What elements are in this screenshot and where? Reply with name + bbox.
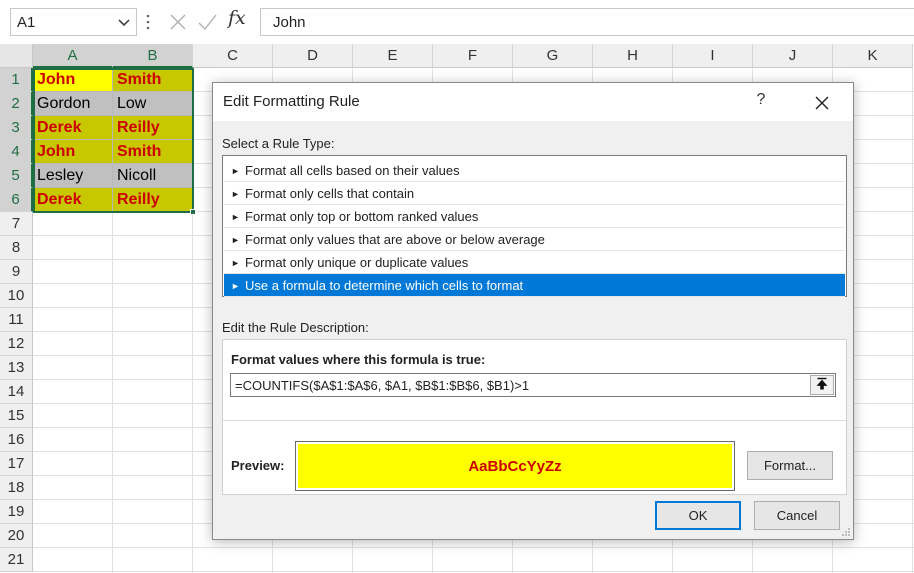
row-header-17[interactable]: 17 [0,452,33,476]
formula-bar: A1 fx John [0,0,914,44]
select-rule-type-label: Select a Rule Type: [222,136,335,151]
preview-label: Preview: [231,458,285,473]
rule-type-item[interactable]: ► Format all cells based on their values [224,159,845,182]
column-header-d[interactable]: D [273,44,353,68]
ok-button[interactable]: OK [655,501,741,530]
row-header-4[interactable]: 4 [0,140,33,164]
column-header-c[interactable]: C [193,44,273,68]
row-header-15[interactable]: 15 [0,404,33,428]
column-header-i[interactable]: I [673,44,753,68]
cell-b4[interactable]: Smith [113,140,193,164]
resize-grip-icon[interactable] [841,527,851,537]
help-button[interactable]: ? [751,91,771,109]
row-header-6[interactable]: 6 [0,188,33,212]
triangle-right-icon: ► [231,258,240,268]
row-header-5[interactable]: 5 [0,164,33,188]
dialog-title: Edit Formatting Rule [223,93,360,110]
rule-type-list[interactable]: ► Format all cells based on their values ►… [222,155,847,297]
select-all-corner[interactable] [0,44,33,68]
rule-description-panel: Format values where this formula is true… [222,339,847,495]
close-icon[interactable] [811,92,833,114]
column-header-b[interactable]: B [113,44,193,68]
rule-type-item[interactable]: ► Format only values that are above or be… [224,228,845,251]
chevron-down-icon[interactable] [117,17,131,29]
row-header-19[interactable]: 19 [0,500,33,524]
cell-b5[interactable]: Nicoll [113,164,193,188]
name-box[interactable]: A1 [10,8,137,36]
row-header-12[interactable]: 12 [0,332,33,356]
vertical-dots-icon [146,14,150,30]
row-header-20[interactable]: 20 [0,524,33,548]
triangle-right-icon: ► [231,235,240,245]
row-header-21[interactable]: 21 [0,548,33,572]
row-header-7[interactable]: 7 [0,212,33,236]
rule-type-item[interactable]: ► Format only cells that contain [224,182,845,205]
column-header-f[interactable]: F [433,44,513,68]
rule-type-label: Format only cells that contain [245,186,415,201]
column-header-h[interactable]: H [593,44,673,68]
fill-handle[interactable] [190,209,196,215]
column-header-e[interactable]: E [353,44,433,68]
rule-type-item[interactable]: ► Use a formula to determine which cells … [224,274,845,297]
rule-type-label: Format all cells based on their values [245,163,460,178]
triangle-right-icon: ► [231,189,240,199]
formula-input[interactable]: John [260,8,914,36]
row-header-3[interactable]: 3 [0,116,33,140]
cell-b3[interactable]: Reilly [113,116,193,140]
edit-description-label: Edit the Rule Description: [222,320,369,335]
row-header-8[interactable]: 8 [0,236,33,260]
cell-b1[interactable]: Smith [113,68,193,92]
column-header-k[interactable]: K [833,44,913,68]
cell-a5[interactable]: Lesley [33,164,113,188]
cell-b6[interactable]: Reilly [113,188,193,212]
triangle-right-icon: ► [231,212,240,222]
cancel-button[interactable]: Cancel [754,501,840,530]
triangle-right-icon: ► [231,281,240,291]
row-header-16[interactable]: 16 [0,428,33,452]
format-button[interactable]: Format... [747,451,833,480]
row-header-2[interactable]: 2 [0,92,33,116]
column-header-j[interactable]: J [753,44,833,68]
formula-input-value: John [273,14,306,31]
row-header-9[interactable]: 9 [0,260,33,284]
collapse-dialog-button[interactable] [810,375,834,395]
check-icon[interactable] [196,11,218,33]
divider [223,420,846,421]
cell-a2[interactable]: Gordon [33,92,113,116]
insert-function-icon[interactable]: fx [228,7,246,29]
upload-arrow-icon [816,377,828,390]
column-header-g[interactable]: G [513,44,593,68]
triangle-right-icon: ► [231,166,240,176]
cell-a1[interactable]: John [33,68,113,92]
cell-a4[interactable]: John [33,140,113,164]
row-header-18[interactable]: 18 [0,476,33,500]
cancel-x-icon[interactable] [168,11,188,33]
preview-box: AaBbCcYyZz [295,441,735,491]
row-header-1[interactable]: 1 [0,68,33,92]
row-header-14[interactable]: 14 [0,380,33,404]
row-header-13[interactable]: 13 [0,356,33,380]
rule-type-label: Format only unique or duplicate values [245,255,469,270]
rule-type-item[interactable]: ► Format only unique or duplicate values [224,251,845,274]
formula-heading: Format values where this formula is true… [231,352,486,367]
rule-type-label: Format only top or bottom ranked values [245,209,479,224]
name-box-value: A1 [17,14,36,31]
edit-formatting-rule-dialog: Edit Formatting Rule ? Select a Rule Typ… [212,82,854,540]
cell-a6[interactable]: Derek [33,188,113,212]
rule-type-label: Use a formula to determine which cells t… [245,278,524,293]
rule-type-item[interactable]: ► Format only top or bottom ranked values [224,205,845,228]
rule-formula-input[interactable]: =COUNTIFS($A$1:$A$6, $A1, $B$1:$B$6, $B1… [230,373,836,397]
row-header-10[interactable]: 10 [0,284,33,308]
column-header-a[interactable]: A [33,44,113,68]
cell-b2[interactable]: Low [113,92,193,116]
row-header-11[interactable]: 11 [0,308,33,332]
rule-type-label: Format only values that are above or bel… [245,232,545,247]
cell-a3[interactable]: Derek [33,116,113,140]
rule-formula-value: =COUNTIFS($A$1:$A$6, $A1, $B$1:$B$6, $B1… [235,378,530,393]
preview-sample: AaBbCcYyZz [298,444,732,488]
